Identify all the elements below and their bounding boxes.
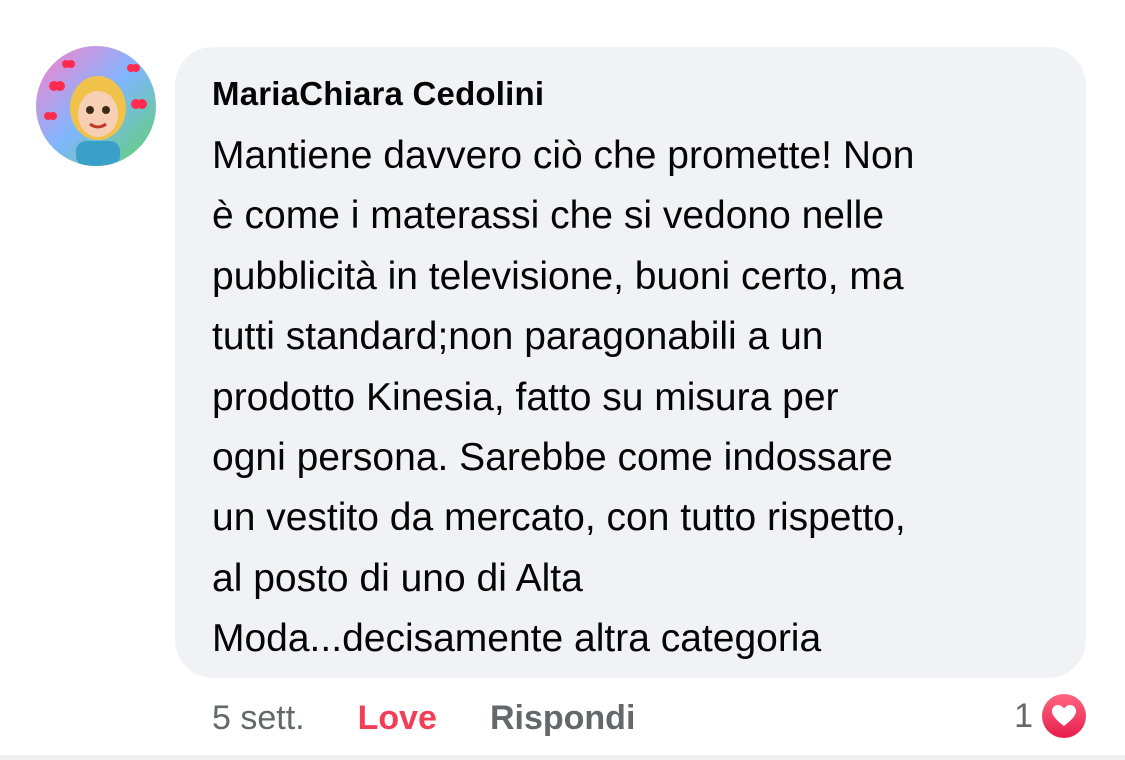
avatar[interactable] bbox=[36, 46, 156, 166]
comment-actions: 5 sett. Love Rispondi bbox=[212, 694, 635, 742]
reply-button[interactable]: Rispondi bbox=[490, 699, 635, 738]
reaction-count: 1 bbox=[1014, 696, 1033, 735]
love-reaction-button[interactable]: Love bbox=[358, 699, 437, 738]
avatar-image bbox=[36, 46, 156, 166]
comment-text: Mantiene davvero ciò che promette! Non è… bbox=[212, 134, 915, 661]
reaction-summary[interactable]: 1 bbox=[1014, 690, 1089, 742]
comment-bubble: MariaChiara Cedolini Mantiene davvero ci… bbox=[175, 47, 1086, 678]
comment-author[interactable]: MariaChiara Cedolini bbox=[212, 75, 544, 113]
heart-reaction-icon bbox=[1039, 691, 1089, 741]
comment-timestamp[interactable]: 5 sett. bbox=[212, 699, 305, 738]
bottom-divider bbox=[0, 755, 1125, 760]
